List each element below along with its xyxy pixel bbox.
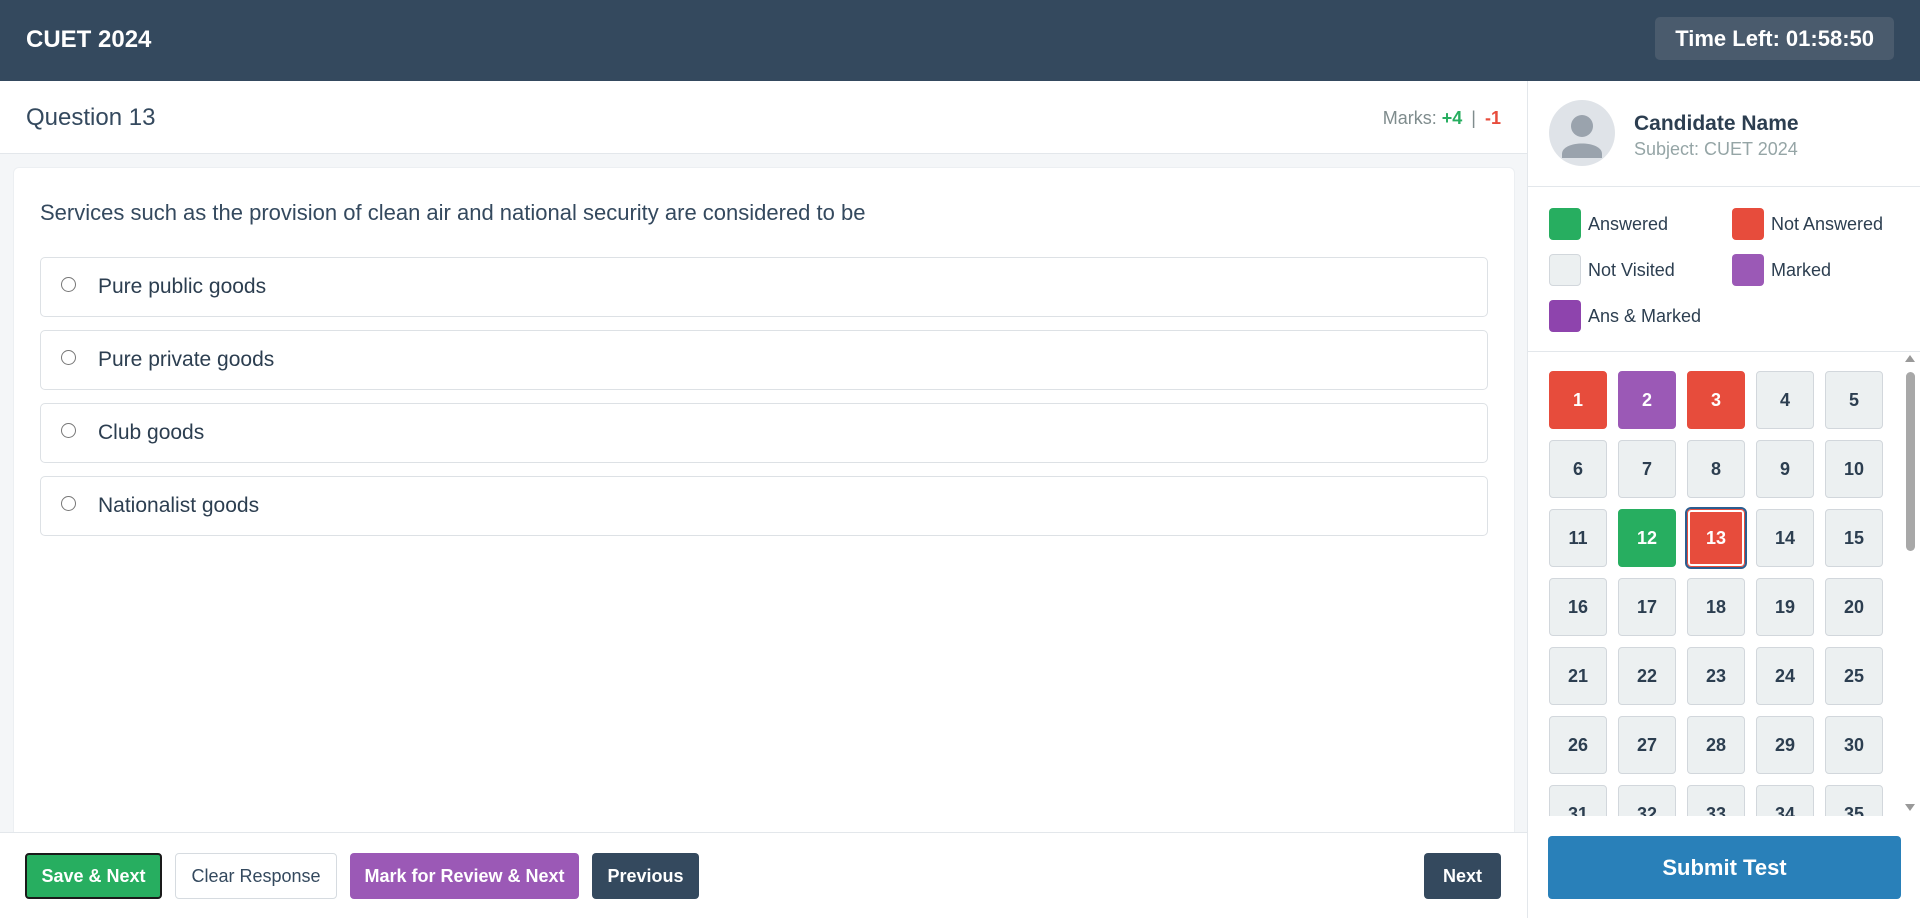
status-legend: Answered Not Answered Not Visited Marked…	[1528, 188, 1920, 352]
option-label: Pure private goods	[98, 348, 275, 371]
timer-value: 01:58:50	[1785, 25, 1874, 51]
question-button-26[interactable]: 26	[1549, 716, 1607, 774]
question-button-24[interactable]: 24	[1756, 647, 1814, 705]
legend-label: Marked	[1771, 259, 1832, 280]
question-button-6[interactable]: 6	[1549, 440, 1607, 498]
submit-test-button[interactable]: Submit Test	[1548, 836, 1901, 899]
option-label: Nationalist goods	[98, 494, 260, 517]
legend-not-answered: Not Answered	[1732, 208, 1883, 240]
question-button-11[interactable]: 11	[1549, 509, 1607, 567]
question-button-17[interactable]: 17	[1618, 578, 1676, 636]
legend-not-visited: Not Visited	[1549, 254, 1675, 286]
legend-label: Answered	[1588, 213, 1669, 234]
legend-answered: Answered	[1549, 208, 1668, 240]
question-button-21[interactable]: 21	[1549, 647, 1607, 705]
question-title: Question 13	[26, 104, 156, 131]
marks-negative: -1	[1484, 108, 1501, 128]
question-button-5[interactable]: 5	[1825, 371, 1883, 429]
legend-swatch	[1549, 254, 1581, 286]
question-button-25[interactable]: 25	[1825, 647, 1883, 705]
legend-swatch	[1549, 300, 1581, 332]
legend-swatch	[1732, 254, 1764, 286]
option-radio[interactable]	[61, 276, 76, 292]
question-button-35[interactable]: 35	[1825, 785, 1883, 816]
question-button-22[interactable]: 22	[1618, 647, 1676, 705]
sidebar: Candidate Name Subject: CUET 2024 Answer…	[1527, 81, 1920, 918]
top-bar: CUET 2024 Time Left: 01:58:50	[0, 0, 1920, 81]
question-panel: Question 13 Marks: +4 | -1 Services such…	[0, 81, 1527, 918]
question-button-10[interactable]: 10	[1825, 440, 1883, 498]
question-button-12[interactable]: 12	[1618, 509, 1676, 567]
legend-swatch	[1732, 208, 1764, 240]
option-4[interactable]: Nationalist goods	[40, 476, 1488, 536]
legend-label: Not Answered	[1771, 213, 1884, 234]
question-button-23[interactable]: 23	[1687, 647, 1745, 705]
candidate-info: Candidate Name Subject: CUET 2024	[1528, 81, 1920, 187]
question-button-32[interactable]: 32	[1618, 785, 1676, 816]
question-button-15[interactable]: 15	[1825, 509, 1883, 567]
timer-label: Time Left:	[1675, 25, 1780, 51]
question-button-28[interactable]: 28	[1687, 716, 1745, 774]
question-button-13[interactable]: 13	[1685, 507, 1747, 569]
option-radio[interactable]	[61, 495, 76, 511]
mark-review-next-button[interactable]: Mark for Review & Next	[350, 853, 579, 899]
legend-ans-marked: Ans & Marked	[1549, 300, 1701, 332]
candidate-subject: Subject: CUET 2024	[1634, 139, 1798, 159]
option-label: Pure public goods	[98, 275, 267, 298]
marks-positive: +4	[1441, 108, 1463, 128]
scroll-down-icon[interactable]	[1905, 804, 1915, 811]
question-button-19[interactable]: 19	[1756, 578, 1814, 636]
avatar-icon	[1549, 100, 1615, 166]
option-radio[interactable]	[61, 422, 76, 438]
option-2[interactable]: Pure private goods	[40, 330, 1488, 390]
timer: Time Left: 01:58:50	[1655, 17, 1894, 60]
question-button-1[interactable]: 1	[1549, 371, 1607, 429]
candidate-name: Candidate Name	[1634, 112, 1799, 135]
question-button-2[interactable]: 2	[1618, 371, 1676, 429]
legend-swatch	[1549, 208, 1581, 240]
marks-label: Marks:	[1382, 108, 1437, 128]
question-button-20[interactable]: 20	[1825, 578, 1883, 636]
question-button-3[interactable]: 3	[1687, 371, 1745, 429]
next-button[interactable]: Next	[1424, 853, 1501, 899]
question-button-33[interactable]: 33	[1687, 785, 1745, 816]
question-button-7[interactable]: 7	[1618, 440, 1676, 498]
clear-response-button[interactable]: Clear Response	[175, 853, 337, 899]
question-button-8[interactable]: 8	[1687, 440, 1745, 498]
question-button-9[interactable]: 9	[1756, 440, 1814, 498]
option-1[interactable]: Pure public goods	[40, 257, 1488, 317]
question-button-4[interactable]: 4	[1756, 371, 1814, 429]
question-button-34[interactable]: 34	[1756, 785, 1814, 816]
option-radio[interactable]	[61, 349, 76, 365]
marks-separator: |	[1471, 108, 1476, 128]
action-bar: Save & Next Clear Response Mark for Revi…	[0, 832, 1527, 918]
legend-label: Not Visited	[1588, 259, 1675, 280]
question-button-31[interactable]: 31	[1549, 785, 1607, 816]
question-button-29[interactable]: 29	[1756, 716, 1814, 774]
option-3[interactable]: Club goods	[40, 403, 1488, 463]
question-button-14[interactable]: 14	[1756, 509, 1814, 567]
question-palette: 35 34 33 32 31 30 29 28 27 26 25 24 23 22 21 20 19 18 17 16…	[1528, 352, 1920, 816]
question-button-27[interactable]: 27	[1618, 716, 1676, 774]
question-button-18[interactable]: 18	[1687, 578, 1745, 636]
legend-marked: Marked	[1732, 254, 1831, 286]
save-next-button[interactable]: Save & Next	[25, 853, 162, 899]
question-text: Services such as the provision of clean …	[40, 200, 866, 225]
marks-info: Marks: +4 | -1	[1383, 108, 1501, 129]
question-card: Services such as the provision of clean …	[13, 167, 1515, 900]
app-title: CUET 2024	[26, 26, 152, 53]
scroll-up-icon[interactable]	[1905, 355, 1915, 362]
legend-label: Ans & Marked	[1588, 305, 1702, 326]
question-button-16[interactable]: 16	[1549, 578, 1607, 636]
palette-scrollbar[interactable]	[1902, 352, 1918, 816]
question-button-30[interactable]: 30	[1825, 716, 1883, 774]
option-label: Club goods	[98, 421, 205, 444]
scroll-thumb[interactable]	[1906, 372, 1915, 551]
question-header: Question 13 Marks: +4 | -1	[0, 81, 1527, 154]
previous-button[interactable]: Previous	[592, 853, 699, 899]
